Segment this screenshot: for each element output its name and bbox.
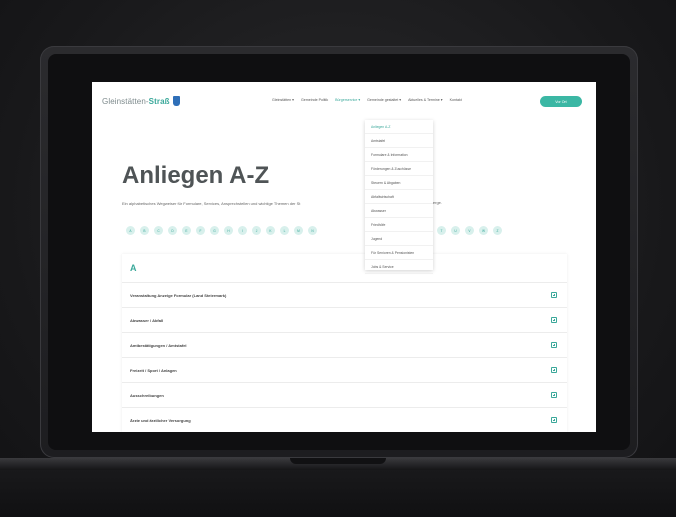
dropdown-item[interactable]: Jugend xyxy=(365,232,433,246)
letter-button[interactable]: V xyxy=(465,226,474,235)
list-item[interactable]: Veranstaltung Anzeige Formular (Land Ste… xyxy=(122,282,567,307)
dropdown-item[interactable]: Jobs & Service xyxy=(365,260,433,274)
nav-item-gemeinde-gestaltet[interactable]: Gemeinde gestaltet ▾ xyxy=(367,98,401,102)
laptop-notch xyxy=(290,458,386,464)
floor xyxy=(0,470,676,517)
main-nav: Gleinstätten ▾ Gemeinde Politik Bürgerse… xyxy=(272,98,462,102)
letter-button[interactable]: G xyxy=(210,226,219,235)
site-header: Gleinstätten-Straß Gleinstätten ▾ Gemein… xyxy=(92,82,596,120)
dropdown-item[interactable]: Abfallwirtschaft xyxy=(365,190,433,204)
letter-button[interactable]: C xyxy=(154,226,163,235)
list-item-label: Amtbestätigungen / Amtstafel xyxy=(130,342,187,348)
expand-plus-icon[interactable] xyxy=(551,367,557,373)
letter-button[interactable]: I xyxy=(238,226,247,235)
letter-button[interactable]: M xyxy=(294,226,303,235)
background-scene: Gleinstätten-Straß Gleinstätten ▾ Gemein… xyxy=(0,0,676,517)
letter-button[interactable]: Z xyxy=(493,226,502,235)
list-item-label: Freizeit / Sport / Anlagen xyxy=(130,367,177,373)
list-item[interactable]: Freizeit / Sport / Anlagen xyxy=(122,357,567,382)
nav-item-gleinstaetten[interactable]: Gleinstätten ▾ xyxy=(272,98,294,102)
dropdown-item[interactable]: Formulare & Information xyxy=(365,148,433,162)
dropdown-item[interactable]: Steuern & Abgaben xyxy=(365,176,433,190)
list-item[interactable]: Abwasser / Abfall xyxy=(122,307,567,332)
site-logo[interactable]: Gleinstätten-Straß xyxy=(102,96,180,106)
cta-button[interactable]: Vor Ort xyxy=(540,96,582,107)
page-title: Anliegen A-Z xyxy=(122,162,270,189)
expand-plus-icon[interactable] xyxy=(551,417,557,423)
list-item-label: Abwasser / Abfall xyxy=(130,317,164,323)
dropdown-item[interactable]: Friedhöfe xyxy=(365,218,433,232)
dropdown-item[interactable]: Für Senioren & Pensionisten xyxy=(365,246,433,260)
letter-button[interactable]: K xyxy=(266,226,275,235)
logo-text: Gleinstätten-Straß xyxy=(102,96,170,106)
list-item[interactable]: Ausschreibungen xyxy=(122,382,567,407)
website-screen: Gleinstätten-Straß Gleinstätten ▾ Gemein… xyxy=(92,82,596,432)
list-letter-heading: A xyxy=(130,263,137,273)
expand-plus-icon[interactable] xyxy=(551,292,557,298)
expand-plus-icon[interactable] xyxy=(551,342,557,348)
letter-button[interactable]: F xyxy=(196,226,205,235)
list-item-label: Ärzte und ärztlicher Versorgung xyxy=(130,417,191,423)
dropdown-item[interactable]: Förderungen & Zuschüsse xyxy=(365,162,433,176)
dropdown-item[interactable]: Anliegen A-Z xyxy=(365,120,433,134)
letter-button[interactable]: N xyxy=(308,226,317,235)
letter-button[interactable]: J xyxy=(252,226,261,235)
letter-button[interactable]: T xyxy=(437,226,446,235)
nav-item-buergerservice[interactable]: Bürgerservice ▾ xyxy=(335,98,360,102)
nav-item-gemeinde-politik[interactable]: Gemeinde Politik xyxy=(301,98,328,102)
alphabet-nav-left: ABCDEFGHIJKLMN xyxy=(126,226,317,235)
crest-icon xyxy=(172,96,180,106)
list-item[interactable]: Amtbestätigungen / Amtstafel xyxy=(122,332,567,357)
dropdown-item[interactable]: Amtstafel xyxy=(365,134,433,148)
letter-button[interactable]: B xyxy=(140,226,149,235)
dropdown-item[interactable]: Abwasser xyxy=(365,204,433,218)
list-item[interactable]: Ärzte und ärztlicher Versorgung xyxy=(122,407,567,432)
letter-button[interactable]: W xyxy=(479,226,488,235)
nav-item-kontakt[interactable]: Kontakt xyxy=(450,98,462,102)
nav-item-aktuelles[interactable]: Aktuelles & Termine ▾ xyxy=(408,98,443,102)
page-intro: Ein alphabetisches Wegweiser für Formula… xyxy=(122,201,301,206)
alphabet-nav-right: TUVWZ xyxy=(437,226,502,235)
letter-button[interactable]: L xyxy=(280,226,289,235)
letter-button[interactable]: H xyxy=(224,226,233,235)
list-item-label: Veranstaltung Anzeige Formular (Land Ste… xyxy=(130,292,227,298)
letter-button[interactable]: A xyxy=(126,226,135,235)
expand-plus-icon[interactable] xyxy=(551,392,557,398)
buergerservice-dropdown: Anliegen A-Z Amtstafel Formulare & Infor… xyxy=(365,120,433,274)
letter-button[interactable]: D xyxy=(168,226,177,235)
expand-plus-icon[interactable] xyxy=(551,317,557,323)
letter-button[interactable]: E xyxy=(182,226,191,235)
anliegen-list: A Veranstaltung Anzeige Formular (Land S… xyxy=(122,254,567,432)
list-item-label: Ausschreibungen xyxy=(130,392,164,398)
letter-button[interactable]: U xyxy=(451,226,460,235)
page-intro-end: ierge. xyxy=(432,200,443,205)
